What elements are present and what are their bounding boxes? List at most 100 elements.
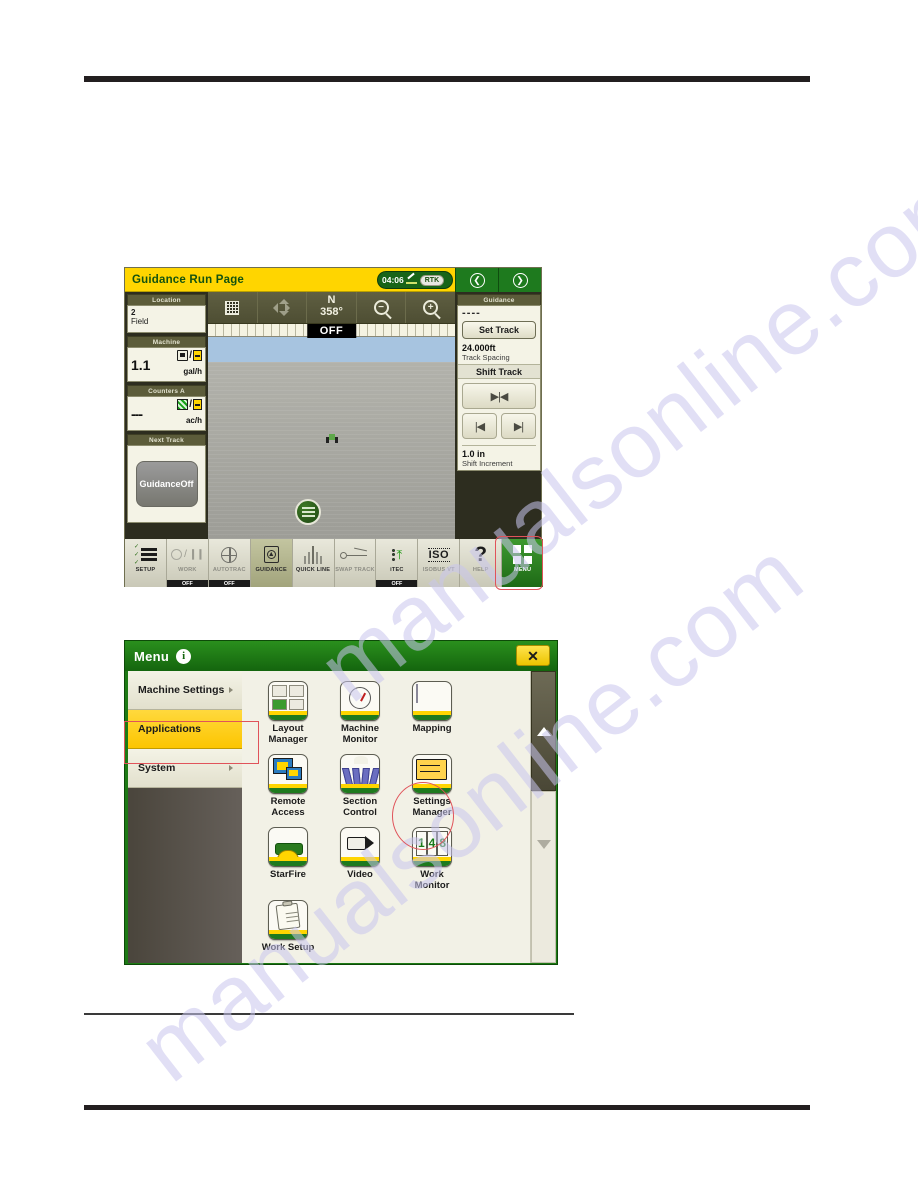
unit-separator: /	[189, 350, 192, 361]
setup-checklist-icon: ✓ ✓ ✓	[134, 542, 157, 567]
sidebar-label-applications: Applications	[138, 723, 202, 735]
machine-value: 1.1	[131, 356, 151, 373]
toolbar-label-guidance: GUIDANCE	[255, 567, 287, 573]
map-layers-button[interactable]	[208, 292, 258, 323]
toolbar-button-isobus-vt[interactable]: ISO ISOBUS VT	[418, 539, 461, 587]
chevron-right-icon	[229, 687, 233, 693]
map-zoom-out-button[interactable]: −	[357, 292, 407, 323]
toolbar-label-help: HELP	[472, 567, 489, 573]
page-top-rule	[84, 76, 810, 82]
iso-icon-text: ISO	[427, 547, 451, 562]
toolbar-button-autotrac[interactable]: AUTOTRAC OFF	[208, 539, 251, 587]
toolbar-state-autotrac: OFF	[208, 580, 250, 587]
close-icon[interactable]: ✕	[516, 645, 550, 666]
counters-unit-text: ac/h	[185, 416, 202, 425]
shift-track-left-button[interactable]: |◀	[462, 413, 497, 439]
sidebar-item-machine-settings[interactable]: Machine Settings	[128, 671, 242, 710]
map-layers-icon	[225, 300, 240, 315]
guidance-right-panel: Guidance - - - - Set Track 24.000ft Trac…	[455, 292, 543, 539]
app-label-settings-manager: Settings Manager	[412, 795, 452, 818]
menu-scrollbar[interactable]	[530, 671, 556, 963]
scroll-up-arrow-icon[interactable]	[536, 726, 551, 736]
toolbar-button-setup[interactable]: ✓ ✓ ✓ SETUP	[125, 539, 167, 587]
location-card-body: 2 Field	[127, 305, 206, 333]
fuel-icon	[177, 350, 189, 361]
guidance-bottom-toolbar: ✓ ✓ ✓ SETUP / ❙❙ WORK OFF AUTOTRAC OFF ▲…	[125, 539, 544, 587]
info-icon[interactable]: i	[176, 648, 192, 664]
location-card[interactable]: Location 2 Field	[127, 294, 206, 333]
machine-unit-block: / gal/h	[177, 350, 202, 379]
shift-increment-value: 1.0 in	[462, 449, 486, 459]
location-value: 2	[131, 308, 136, 317]
toolbar-button-swap-track[interactable]: SWAP TRACK	[334, 539, 377, 587]
work-monitor-digit-2: 4	[426, 830, 438, 856]
shift-track-right-button[interactable]: ▶|	[501, 413, 536, 439]
app-tile-section-control[interactable]: Section Control	[325, 753, 395, 819]
guidance-map-view[interactable]: N 358° − + OFF	[208, 292, 455, 539]
toolbar-button-quick-line[interactable]: QUICK LINE	[292, 539, 335, 587]
counters-card-header: Counters A	[127, 385, 206, 396]
toolbar-button-guidance[interactable]: ▲ GUIDANCE	[250, 539, 293, 587]
app-tile-settings-manager[interactable]: Settings Manager	[397, 753, 467, 819]
guidance-off-button[interactable]: Guidance Off	[135, 461, 198, 507]
app-tile-mapping[interactable]: Mapping	[397, 681, 467, 746]
iso-icon: ISO	[427, 542, 451, 567]
guidance-off-line1: Guidance	[139, 478, 181, 489]
map-list-menu-button[interactable]	[295, 499, 321, 525]
machine-card[interactable]: Machine 1.1 / gal/h	[127, 336, 206, 382]
app-tile-work-setup[interactable]: Work Setup	[253, 899, 323, 954]
guidance-off-badge: OFF	[306, 324, 357, 338]
scrollbar-track[interactable]	[531, 791, 556, 963]
toolbar-button-itec[interactable]: ⤒ iTEC OFF	[376, 539, 419, 587]
application-grid: Layout Manager Machine Monitor Mapping R…	[242, 671, 530, 963]
app-tile-machine-monitor[interactable]: Machine Monitor	[325, 681, 395, 746]
scrollbar-thumb[interactable]	[531, 671, 556, 791]
toolbar-label-autotrac: AUTOTRAC	[212, 567, 246, 573]
map-pan-button[interactable]	[258, 292, 308, 323]
menu-dialog-body: Machine Settings Applications System Lay…	[128, 671, 556, 963]
menu-category-nav: Machine Settings Applications System	[128, 671, 258, 963]
chevron-right-icon	[229, 765, 233, 771]
app-tile-work-monitor[interactable]: 1 4 8 Work Monitor	[397, 826, 467, 892]
sidebar-item-system[interactable]: System	[128, 749, 242, 788]
app-tile-remote-access[interactable]: Remote Access	[253, 753, 323, 819]
unit-separator: /	[189, 399, 192, 410]
page-watermark: manualsonline.com manualsonline.com	[0, 0, 918, 1188]
previous-page-button[interactable]: ❮	[455, 268, 498, 292]
app-tile-starfire[interactable]: StarFire	[253, 826, 323, 892]
next-page-button[interactable]: ❯	[498, 268, 541, 292]
toolbar-button-work[interactable]: / ❙❙ WORK OFF	[166, 539, 209, 587]
next-track-card-body: Guidance Off	[127, 445, 206, 523]
list-menu-icon	[301, 511, 315, 513]
shift-track-row: |◀ ▶|	[462, 413, 536, 439]
autotrac-wheel-icon	[221, 542, 238, 567]
arrow-left-circle-icon: ❮	[469, 272, 485, 288]
toolbar-label-quick-line: QUICK LINE	[295, 567, 331, 573]
toolbar-label-menu: MENU	[513, 567, 532, 573]
toolbar-button-menu[interactable]: MENU	[502, 539, 544, 587]
tractor-icon	[325, 434, 338, 444]
sidebar-item-applications[interactable]: Applications	[128, 710, 258, 749]
remote-access-icon	[268, 753, 308, 794]
toolbar-button-help[interactable]: ? HELP	[460, 539, 503, 587]
app-tile-layout-manager[interactable]: Layout Manager	[253, 681, 323, 746]
arrow-right-circle-icon: ❯	[512, 272, 528, 288]
sidebar-filler	[128, 788, 242, 963]
counters-card[interactable]: Counters A --- / ac/h	[127, 385, 206, 431]
shift-track-header: Shift Track	[458, 364, 540, 379]
scroll-down-arrow-icon[interactable]	[536, 840, 551, 849]
pan-dpad-icon	[273, 299, 291, 316]
track-spacing-value: 24.000ft	[462, 343, 496, 353]
machine-card-header: Machine	[127, 336, 206, 347]
gps-status-badge: 04:06 RTK	[377, 271, 453, 289]
shift-track-center-button[interactable]: ▶|◀	[462, 383, 536, 409]
app-tile-video[interactable]: Video	[325, 826, 395, 892]
map-zoom-in-button[interactable]: +	[406, 292, 455, 323]
map-toolbar: N 358° − +	[208, 292, 455, 324]
counters-unit-block: / ac/h	[177, 399, 202, 428]
guidance-left-panel: Location 2 Field Machine 1.1 / gal/h Cou…	[125, 292, 208, 539]
sidebar-label-system: System	[138, 762, 176, 774]
toolbar-label-work: WORK	[178, 567, 197, 573]
set-track-button[interactable]: Set Track	[462, 321, 536, 339]
menu-dialog-screenshot: Menu i ✕ Machine Settings Applications S…	[124, 640, 558, 965]
